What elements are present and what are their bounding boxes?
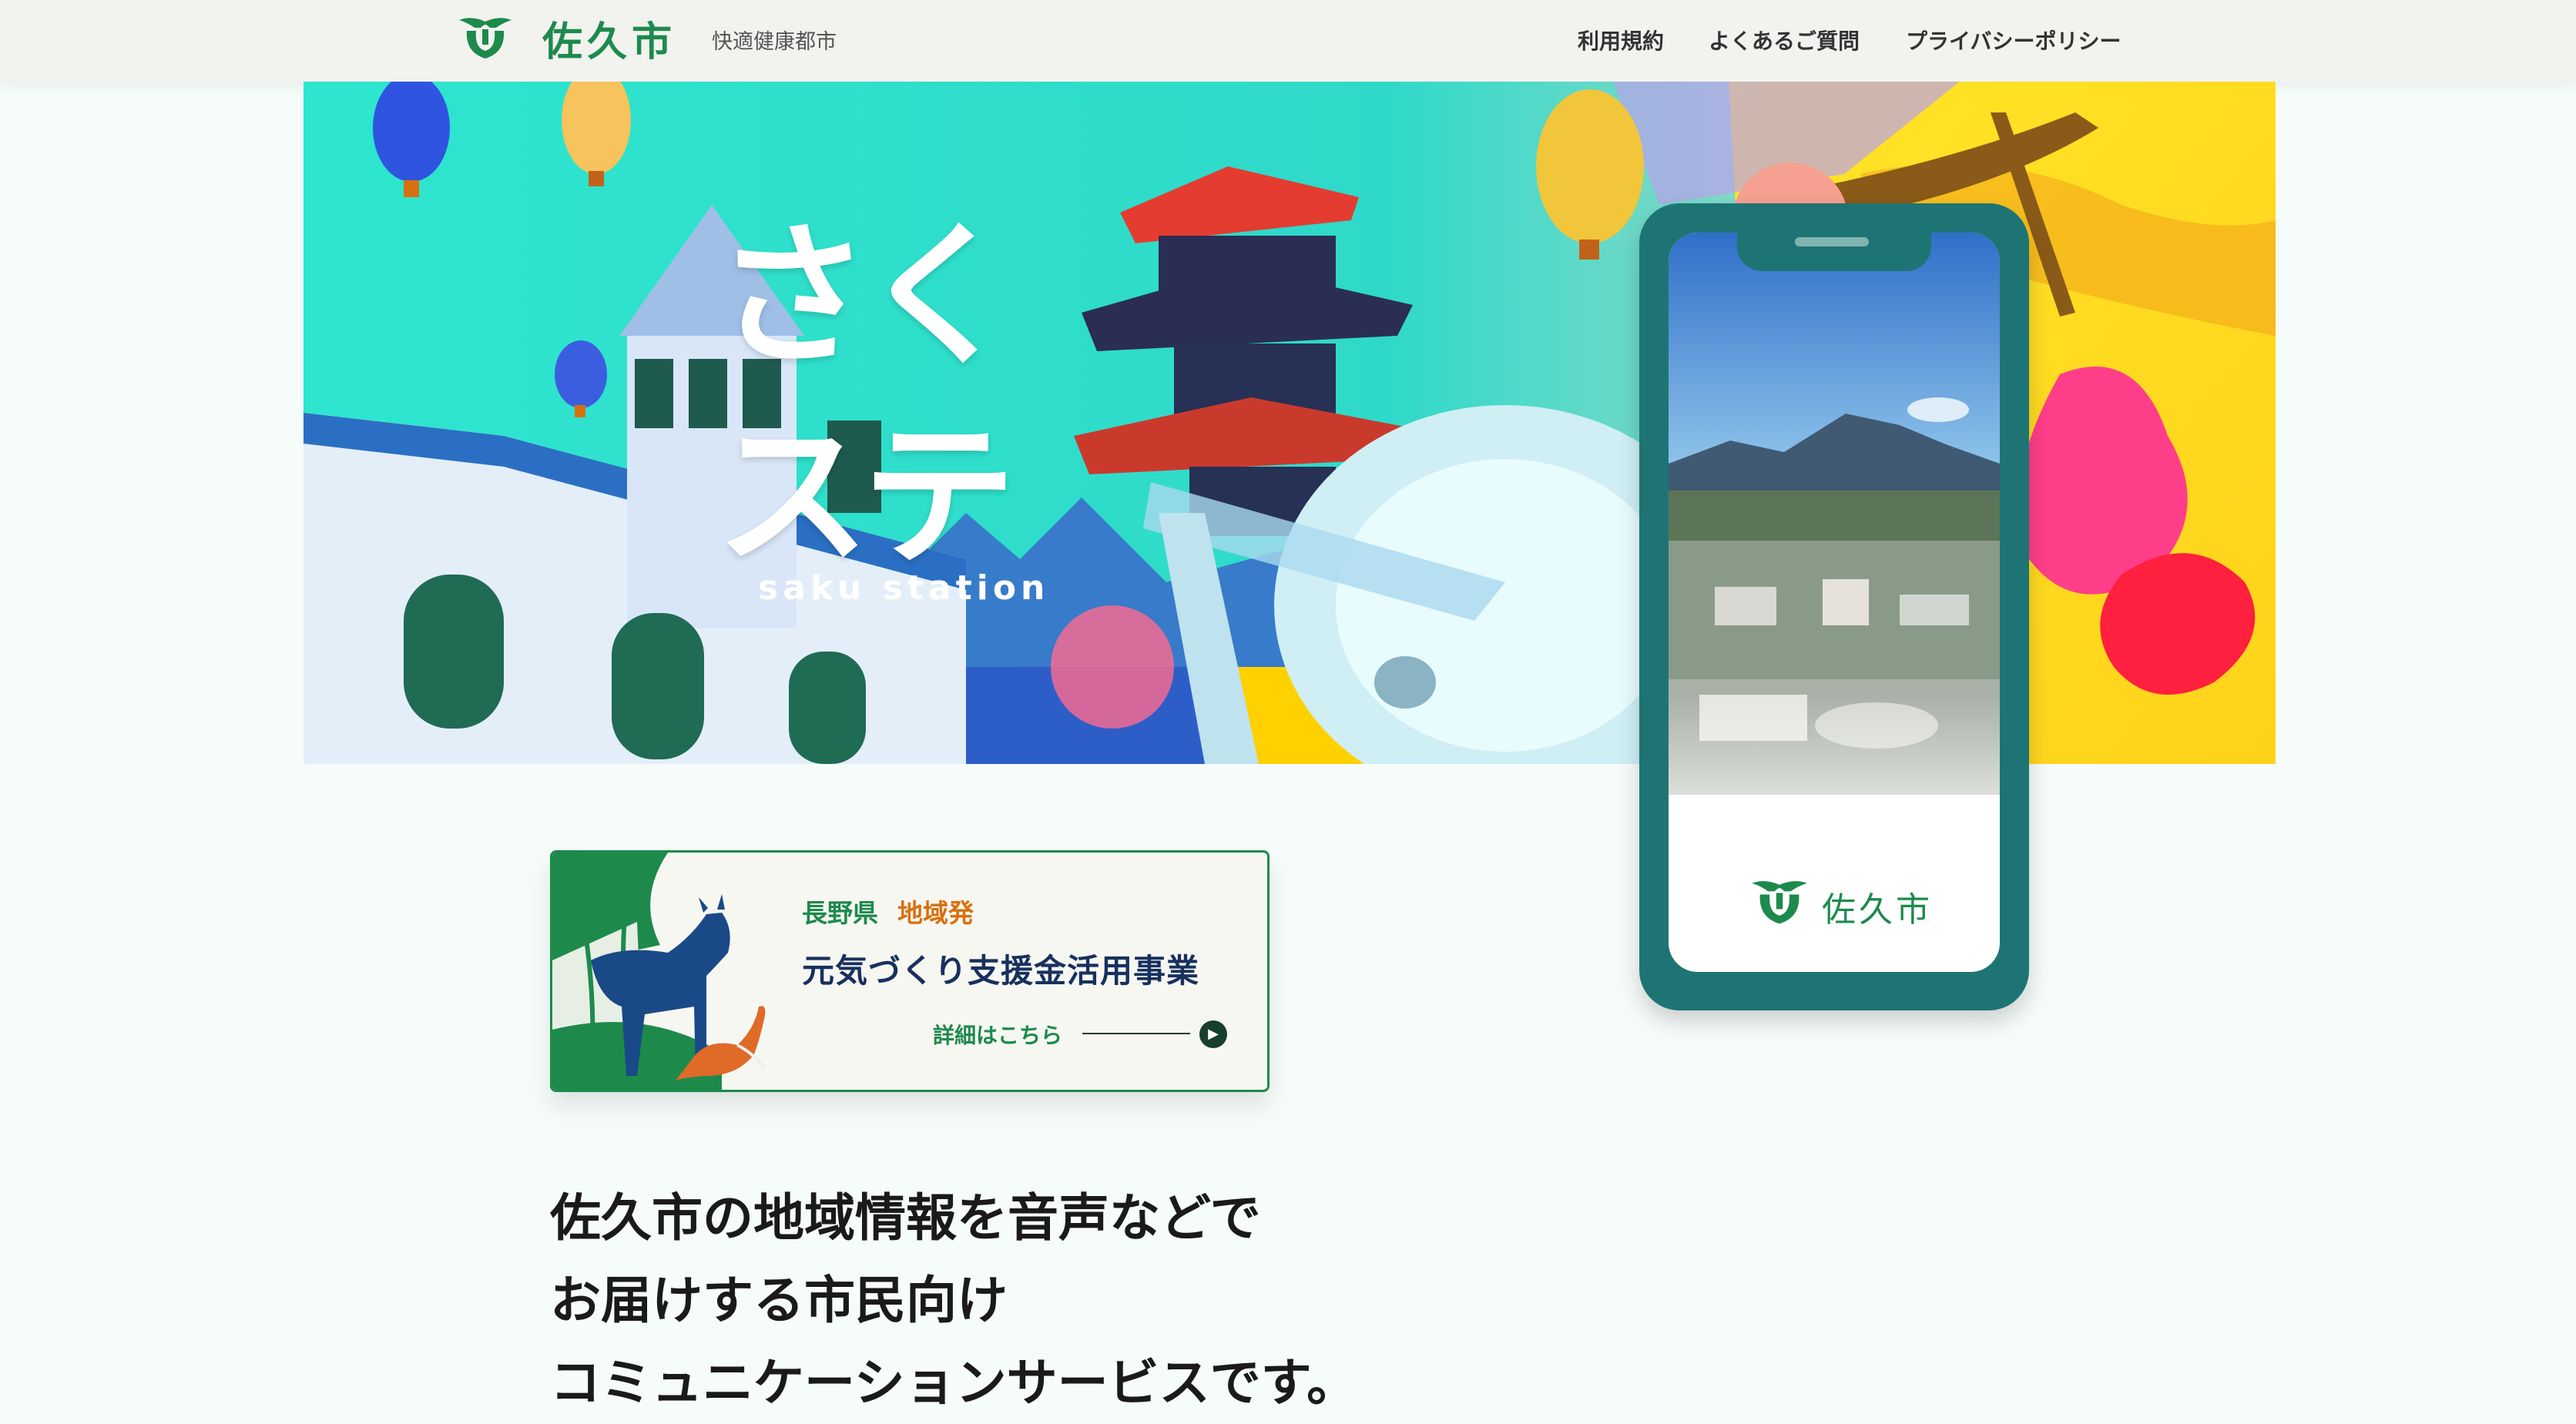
banner-details-link[interactable]: 詳細はこちら xyxy=(933,1019,1062,1050)
banner-title: 元気づくり支援金活用事業 xyxy=(802,952,1200,990)
play-arrow-icon[interactable]: ▶ xyxy=(1199,1020,1227,1048)
lead-line-3: コミュニケーションサービスです。 xyxy=(550,1353,1358,1412)
tagline: 快適健康都市 xyxy=(712,30,837,54)
hero-title-line1: さく xyxy=(716,207,1016,387)
phone-speaker xyxy=(1795,237,1869,246)
nav-faq-link[interactable]: よくあるご質問 xyxy=(1709,25,1860,55)
banner-illustration xyxy=(552,853,766,1090)
hero-logo-title: さく ステ xyxy=(716,197,1070,598)
logo-text[interactable]: 佐久市 xyxy=(542,9,676,67)
banner-prefecture: 長野県 xyxy=(802,898,878,928)
support-fund-banner[interactable]: 長野県 地域発 元気づくり支援金活用事業 詳細はこちら ▶ xyxy=(550,850,1270,1092)
lead-line-2: お届けする市民向け xyxy=(550,1271,1008,1330)
lead-line-1: 佐久市の地域情報を音声などで xyxy=(550,1188,1261,1248)
phone-brand-text: 佐久市 xyxy=(1822,890,1933,930)
saku-city-emblem-icon[interactable] xyxy=(456,14,515,62)
phone-landscape-image xyxy=(1669,233,2000,972)
lead-description: 佐久市の地域情報を音声などで お届けする市民向け コミュニケーションサービスです… xyxy=(550,1177,1628,1424)
phone-screen xyxy=(1669,233,2000,972)
hero-title-line2: ステ xyxy=(716,407,1016,587)
site-header: 佐久市 快適健康都市 利用規約 よくあるご質問 プライバシーポリシー xyxy=(0,0,2576,82)
hero-subtitle: saku station xyxy=(758,568,1050,608)
nav-terms-link[interactable]: 利用規約 xyxy=(1578,25,1664,55)
banner-divider-line xyxy=(1082,1033,1190,1034)
saku-city-emblem-icon xyxy=(1752,881,1807,924)
nav-privacy-link[interactable]: プライバシーポリシー xyxy=(1906,25,2121,55)
banner-region: 地域発 xyxy=(897,898,974,928)
